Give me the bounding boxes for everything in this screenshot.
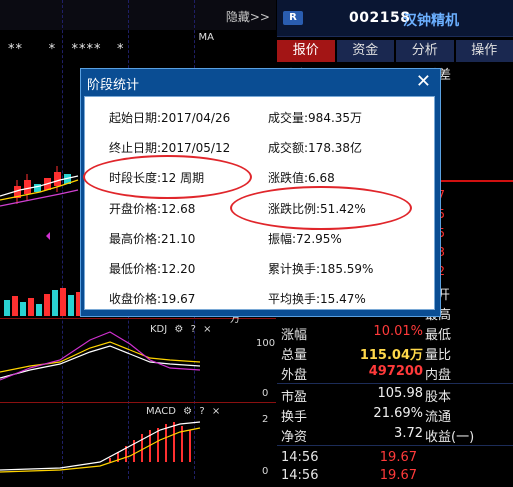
cumulative-turnover-rate: 累计换手:185.59% [268, 260, 373, 277]
row-value: 115.04万 [360, 344, 423, 363]
row-value: 497200 [369, 364, 423, 379]
row-label2: 内盘 [425, 364, 451, 383]
row-label: 涨幅 [281, 324, 307, 343]
kdj-axis-top: 100 [256, 338, 275, 349]
row-label2: 股本 [425, 386, 451, 405]
stock-name[interactable]: 汉钟精机 [403, 10, 459, 30]
amplitude: 振幅:72.95% [268, 230, 342, 247]
kdj-axis-bottom: 0 [262, 388, 268, 399]
row-label2: 最低 [425, 324, 451, 343]
change-value: 涨跌值:6.68 [268, 169, 335, 186]
dialog-title: 阶段统计 [87, 74, 139, 93]
high-price: 最高价格:21.10 [109, 230, 195, 247]
average-turnover-rate: 平均换手:15.47% [268, 290, 366, 307]
quote-row: 外盘 497200 内盘 [277, 364, 513, 383]
start-date: 起始日期:2017/04/26 [109, 109, 230, 126]
tick-price: 19.67 [380, 468, 417, 483]
quote-header: R 002158 汉钟精机 [277, 0, 513, 37]
row-label: 净资 [281, 426, 307, 445]
quote-row: 涨幅 10.01% 最低 [277, 324, 513, 343]
row-label2: 收益(一) [425, 426, 474, 445]
tick-time: 14:56 [281, 450, 318, 465]
divider [277, 383, 513, 384]
macd-axis-top: 2 [262, 414, 268, 425]
divider [277, 445, 513, 446]
macd-bars [110, 422, 190, 462]
highlight-ellipse [230, 186, 412, 230]
low-price: 最低价格:12.20 [109, 260, 195, 277]
close-icon[interactable]: × [203, 324, 211, 335]
kdj-label: KDJ [150, 324, 167, 335]
tab-analysis[interactable]: 分析 [396, 40, 454, 62]
tick-row: 14:56 19.67 [277, 468, 513, 487]
help-icon[interactable]: ? [191, 324, 196, 335]
dialog-titlebar[interactable]: 阶段统计 ✕ [81, 69, 440, 95]
quote-row: 换手 21.69% 流通 [277, 406, 513, 425]
highlight-ellipse [83, 155, 252, 199]
open-price: 开盘价格:12.68 [109, 200, 195, 217]
tick-time: 14:56 [281, 468, 318, 483]
stock-code: 002158 [349, 10, 410, 26]
macd-indicator-header: MACD ⚙ ? × [146, 406, 220, 417]
macd-axis-bottom: 0 [262, 466, 268, 477]
macd-label: MACD [146, 406, 176, 417]
tab-funds[interactable]: 资金 [337, 40, 395, 62]
volume: 成交量:984.35万 [268, 109, 362, 126]
tick-price: 19.67 [380, 450, 417, 465]
row-label2: 流通 [425, 406, 451, 425]
turnover: 成交额:178.38亿 [268, 139, 362, 156]
row-label: 总量 [281, 344, 307, 363]
row-label: 换手 [281, 406, 307, 425]
row-value: 21.69% [373, 406, 423, 421]
quote-row: 总量 115.04万 量比 [277, 344, 513, 363]
help-icon[interactable]: ? [199, 406, 204, 417]
kdj-indicator-header: KDJ ⚙ ? × [150, 324, 211, 335]
quote-row: 净资 3.72 收益(一) [277, 426, 513, 445]
row-label2: 量比 [425, 344, 451, 363]
quote-row: 市盈 105.98 股本 [277, 386, 513, 405]
gear-icon[interactable]: ⚙ [183, 406, 192, 417]
row-label: 外盘 [281, 364, 307, 383]
row-value: 105.98 [378, 386, 424, 401]
row-value: 10.01% [373, 324, 423, 339]
close-price: 收盘价格:19.67 [109, 290, 195, 307]
r-badge[interactable]: R [283, 11, 303, 25]
close-icon[interactable]: ✕ [416, 71, 431, 92]
tick-row: 14:56 19.67 [277, 450, 513, 469]
gear-icon[interactable]: ⚙ [174, 324, 183, 335]
row-value: 3.72 [394, 426, 423, 441]
quote-tabs: 报价 资金 分析 操作 [277, 40, 513, 62]
close-icon[interactable]: × [212, 406, 220, 417]
tab-quote[interactable]: 报价 [277, 40, 335, 62]
row-label: 市盈 [281, 386, 307, 405]
tab-operation[interactable]: 操作 [456, 40, 513, 62]
end-date: 终止日期:2017/05/12 [109, 139, 230, 156]
